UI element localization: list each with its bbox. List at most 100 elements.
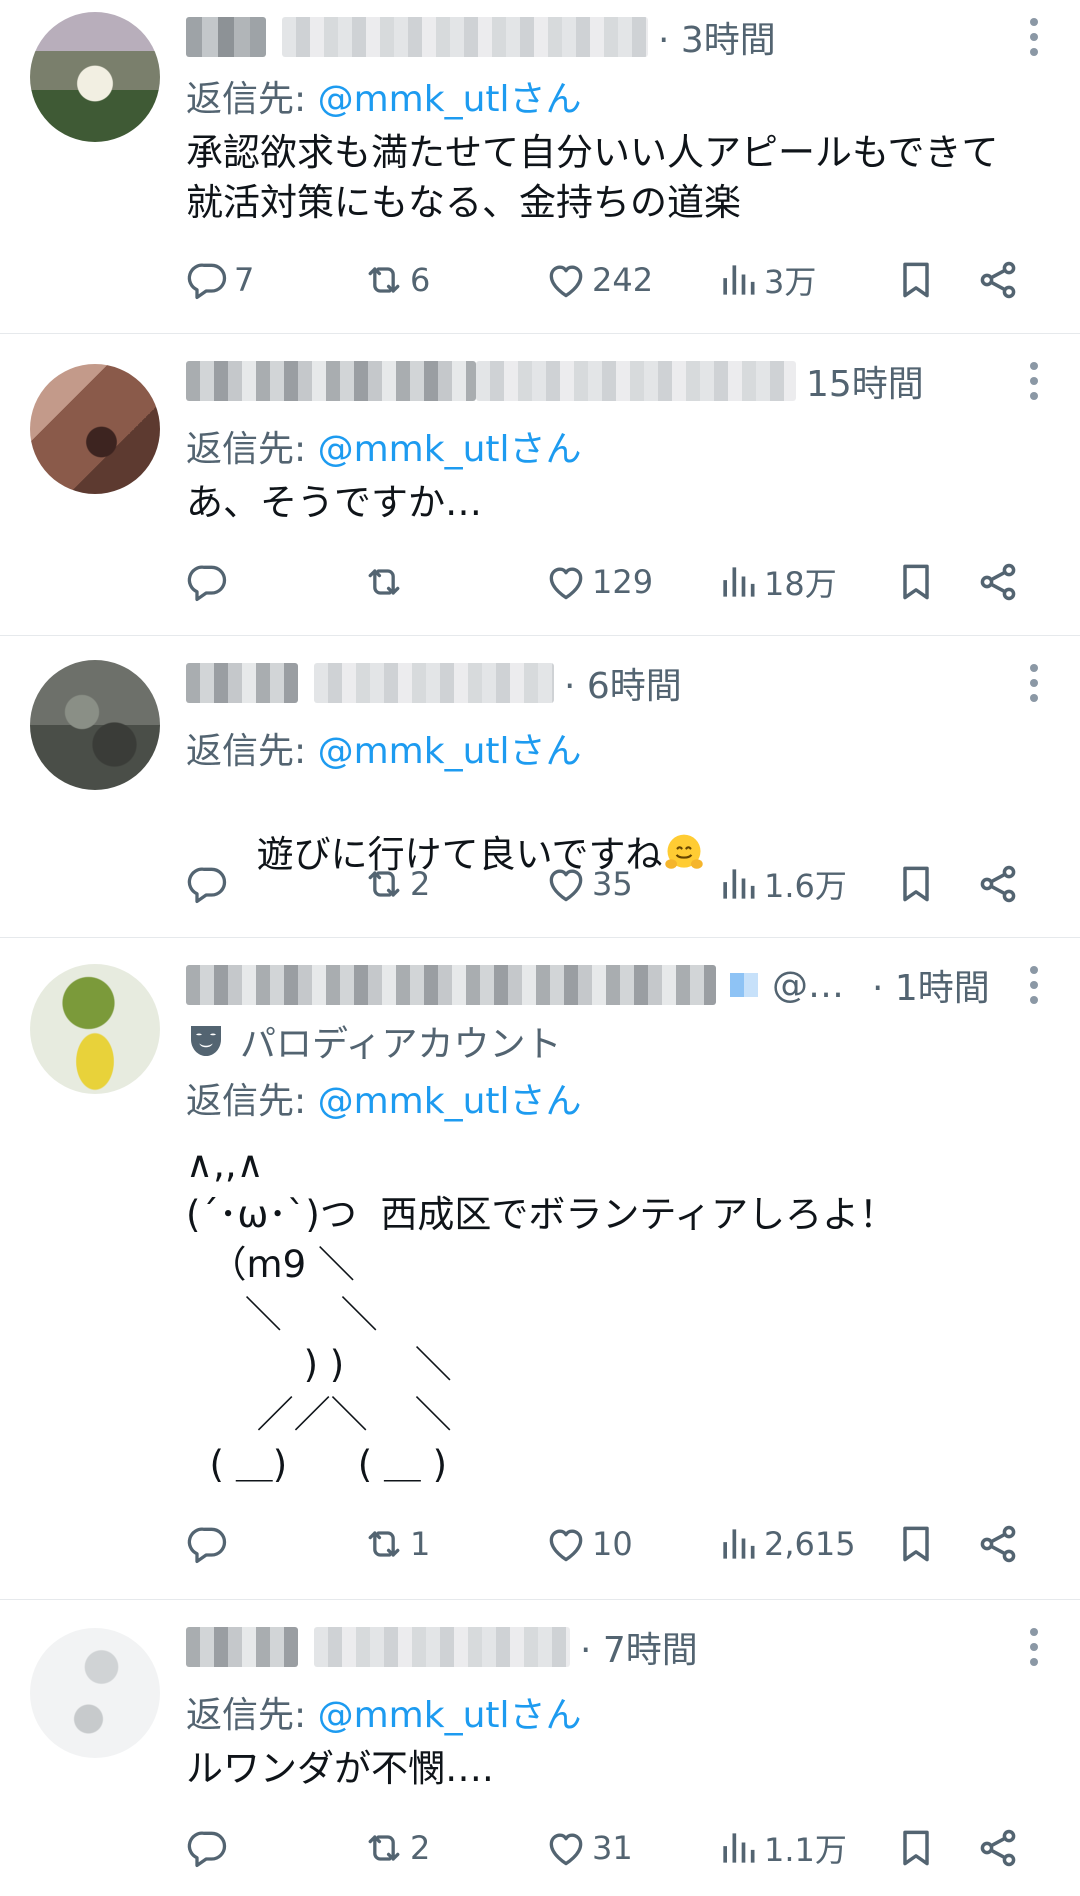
like-button[interactable]: 129	[544, 552, 653, 612]
share-icon	[976, 862, 1020, 906]
share-button[interactable]	[976, 1514, 1020, 1574]
share-icon	[976, 1522, 1020, 1566]
reply-button[interactable]	[186, 854, 234, 914]
retweet-button[interactable]: 2	[362, 1818, 430, 1878]
views-button[interactable]: 18万	[716, 552, 837, 612]
share-button[interactable]	[976, 1818, 1020, 1878]
tweet-text: あ、そうですか…	[186, 481, 482, 524]
retweet-icon	[362, 1826, 406, 1870]
reply-prefix: 返信先:	[186, 731, 318, 772]
heart-icon	[544, 1522, 588, 1566]
reply-mention-link[interactable]: @mmk_utlさん	[318, 1695, 582, 1736]
retweet-count: 2	[410, 865, 431, 903]
handle-blurred[interactable]	[314, 663, 554, 703]
retweet-button[interactable]: 6	[362, 250, 430, 310]
timestamp[interactable]: 15時間	[806, 355, 924, 407]
handle-blurred[interactable]	[314, 1627, 570, 1667]
share-button[interactable]	[976, 552, 1020, 612]
timestamp[interactable]: · 1時間	[872, 959, 990, 1011]
reply-tweet[interactable]: · 3時間 返信先: @mmk_utlさん 承認欲求も満たせて自分いい人アピール…	[0, 0, 1080, 334]
bookmark-icon	[894, 862, 938, 906]
more-options-icon[interactable]	[1026, 362, 1042, 400]
retweet-icon	[362, 862, 406, 906]
bar-chart-icon	[716, 862, 760, 906]
reply-tweet[interactable]: · 6時間 返信先: @mmk_utlさん 遊びに行けて良いですね 2 35 1…	[0, 636, 1080, 938]
view-count: 1.1万	[764, 1831, 847, 1869]
more-options-icon[interactable]	[1026, 1628, 1042, 1666]
views-button[interactable]: 2,615	[716, 1514, 856, 1574]
retweet-count: 6	[410, 261, 431, 299]
tweet-text: ルワンダが不憫….	[186, 1747, 494, 1790]
like-button[interactable]: 10	[544, 1514, 633, 1574]
timestamp[interactable]: · 3時間	[658, 11, 776, 63]
reply-icon	[186, 1522, 230, 1566]
avatar[interactable]	[30, 660, 160, 790]
retweet-count: 2	[410, 1829, 431, 1867]
reply-mention-link[interactable]: @mmk_utlさん	[318, 79, 582, 120]
heart-icon	[544, 258, 588, 302]
reply-button[interactable]	[186, 552, 234, 612]
share-button[interactable]	[976, 250, 1020, 310]
retweet-button[interactable]: 1	[362, 1514, 430, 1574]
like-count: 35	[592, 865, 633, 903]
avatar[interactable]	[30, 1628, 160, 1758]
more-options-icon[interactable]	[1026, 664, 1042, 702]
share-button[interactable]	[976, 854, 1020, 914]
display-name-blurred[interactable]	[186, 361, 476, 401]
retweet-icon	[362, 560, 406, 604]
bookmark-button[interactable]	[894, 1514, 938, 1574]
heart-icon	[544, 560, 588, 604]
views-button[interactable]: 3万	[716, 250, 816, 310]
bookmark-icon	[894, 560, 938, 604]
views-button[interactable]: 1.6万	[716, 854, 847, 914]
bookmark-button[interactable]	[894, 854, 938, 914]
more-options-icon[interactable]	[1026, 18, 1042, 56]
timestamp[interactable]: · 7時間	[580, 1621, 698, 1673]
like-button[interactable]: 31	[544, 1818, 633, 1878]
reply-button[interactable]	[186, 1514, 234, 1574]
avatar[interactable]	[30, 964, 160, 1094]
views-button[interactable]: 1.1万	[716, 1818, 847, 1878]
timestamp[interactable]: · 6時間	[564, 657, 682, 709]
handle-truncated[interactable]: @…	[772, 965, 844, 1006]
bookmark-button[interactable]	[894, 250, 938, 310]
display-name-blurred[interactable]	[186, 663, 298, 703]
handle-blurred[interactable]	[282, 17, 648, 57]
display-name-blurred[interactable]	[186, 1627, 298, 1667]
tweet-header: 15時間	[186, 356, 924, 406]
avatar[interactable]	[30, 12, 160, 142]
action-bar: 2 31 1.1万	[186, 1818, 1046, 1878]
retweet-button[interactable]	[362, 552, 410, 612]
reply-count: 7	[234, 261, 255, 299]
bookmark-button[interactable]	[894, 1818, 938, 1878]
bookmark-button[interactable]	[894, 552, 938, 612]
share-icon	[976, 258, 1020, 302]
like-button[interactable]: 35	[544, 854, 633, 914]
handle-blurred[interactable]	[476, 361, 796, 401]
view-count: 3万	[764, 263, 817, 301]
avatar[interactable]	[30, 364, 160, 494]
heart-icon	[544, 862, 588, 906]
bookmark-icon	[894, 258, 938, 302]
display-name-blurred[interactable]	[186, 17, 266, 57]
display-name-blurred[interactable]	[186, 965, 716, 1005]
retweet-button[interactable]: 2	[362, 854, 430, 914]
reply-mention-link[interactable]: @mmk_utlさん	[318, 731, 582, 772]
share-icon	[976, 560, 1020, 604]
view-count: 1.6万	[764, 867, 847, 905]
reply-icon	[186, 862, 230, 906]
reply-mention-link[interactable]: @mmk_utlさん	[318, 429, 582, 470]
action-bar: 2 35 1.6万	[186, 854, 1046, 914]
reply-tweet[interactable]: · 7時間 返信先: @mmk_utlさん ルワンダが不憫…. 2 31 1.1…	[0, 1600, 1080, 1896]
reply-tweet[interactable]: 15時間 返信先: @mmk_utlさん あ、そうですか… 129 18万	[0, 334, 1080, 636]
share-icon	[976, 1826, 1020, 1870]
more-options-icon[interactable]	[1026, 966, 1042, 1004]
reply-button[interactable]	[186, 1818, 234, 1878]
tweet-text: ∧,,∧ (´･ω･`)つ 西成区でボランティアしろよ！ （m9 ＼ ＼ ＼ )…	[186, 1143, 897, 1486]
reply-to-line: 返信先: @mmk_utlさん	[186, 70, 582, 122]
reply-mention-link[interactable]: @mmk_utlさん	[318, 1081, 582, 1122]
tweet-text: 承認欲求も満たせて自分いい人アピールもできて 就活対策にもなる、金持ちの道楽	[186, 131, 999, 224]
reply-tweet[interactable]: @… · 1時間 パロディアカウント 返信先: @mmk_utlさん ∧,,∧ …	[0, 938, 1080, 1600]
like-button[interactable]: 242	[544, 250, 653, 310]
reply-button[interactable]: 7	[186, 250, 254, 310]
